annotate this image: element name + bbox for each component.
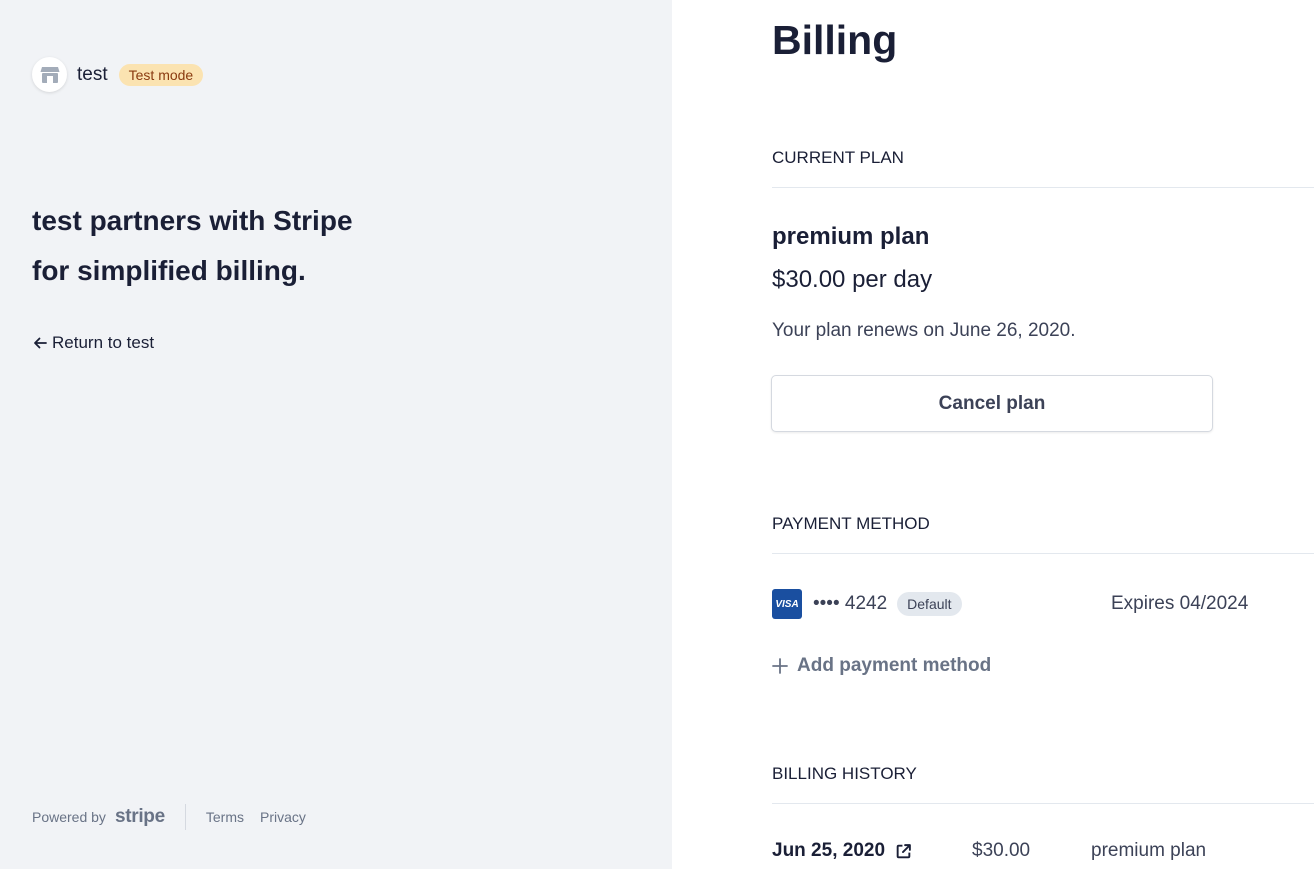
business-name: test — [77, 63, 108, 85]
card-expiry: Expires 04/2024 — [1111, 593, 1249, 614]
return-link-label: Return to test — [52, 333, 155, 352]
billing-history-heading: BILLING HISTORY — [772, 764, 1314, 804]
tagline: test partners with Stripe for simplified… — [32, 205, 353, 286]
add-payment-method-button[interactable]: Add payment method — [772, 655, 991, 677]
invoice-date: Jun 25, 2020 — [772, 840, 886, 861]
visa-card-icon: VISA — [772, 589, 802, 619]
powered-by-label: Powered by — [32, 809, 106, 825]
main-content: Billing CURRENT PLAN premium plan $30.00… — [771, 0, 1314, 869]
current-plan-heading: CURRENT PLAN — [772, 148, 1314, 188]
page-title: Billing — [772, 17, 898, 63]
cancel-plan-button[interactable]: Cancel plan — [771, 375, 1213, 432]
external-link-icon — [896, 843, 911, 858]
privacy-link[interactable]: Privacy — [260, 809, 306, 825]
test-mode-badge: Test mode — [118, 63, 204, 86]
store-icon — [32, 57, 67, 92]
plan-price: $30.00 per day — [772, 266, 933, 293]
stripe-logo[interactable]: stripe — [115, 806, 165, 828]
plus-icon — [772, 658, 788, 674]
payment-method-row[interactable]: VISA •••• 4242 Default Expires 04/2024 — [772, 589, 1314, 619]
business-brand: test Test mode — [32, 57, 204, 92]
payment-method-heading: PAYMENT METHOD — [772, 514, 1314, 554]
terms-link[interactable]: Terms — [206, 809, 244, 825]
add-payment-method-label: Add payment method — [797, 655, 992, 676]
invoice-amount: $30.00 — [972, 840, 1031, 861]
sidebar: test Test mode test partners with Stripe… — [0, 0, 672, 869]
return-link[interactable]: Return to test — [32, 333, 154, 353]
footer-divider — [184, 804, 186, 830]
plan-renewal-text: Your plan renews on June 26, 2020. — [772, 320, 1076, 341]
default-badge: Default — [897, 592, 962, 616]
card-number: •••• 4242 — [813, 593, 888, 614]
arrow-left-icon — [34, 337, 47, 349]
plan-name: premium plan — [772, 223, 930, 250]
invoice-link[interactable]: Jun 25, 2020 — [772, 840, 912, 862]
footer: Powered by stripe Terms Privacy — [32, 804, 322, 830]
invoice-plan: premium plan — [1091, 840, 1207, 861]
